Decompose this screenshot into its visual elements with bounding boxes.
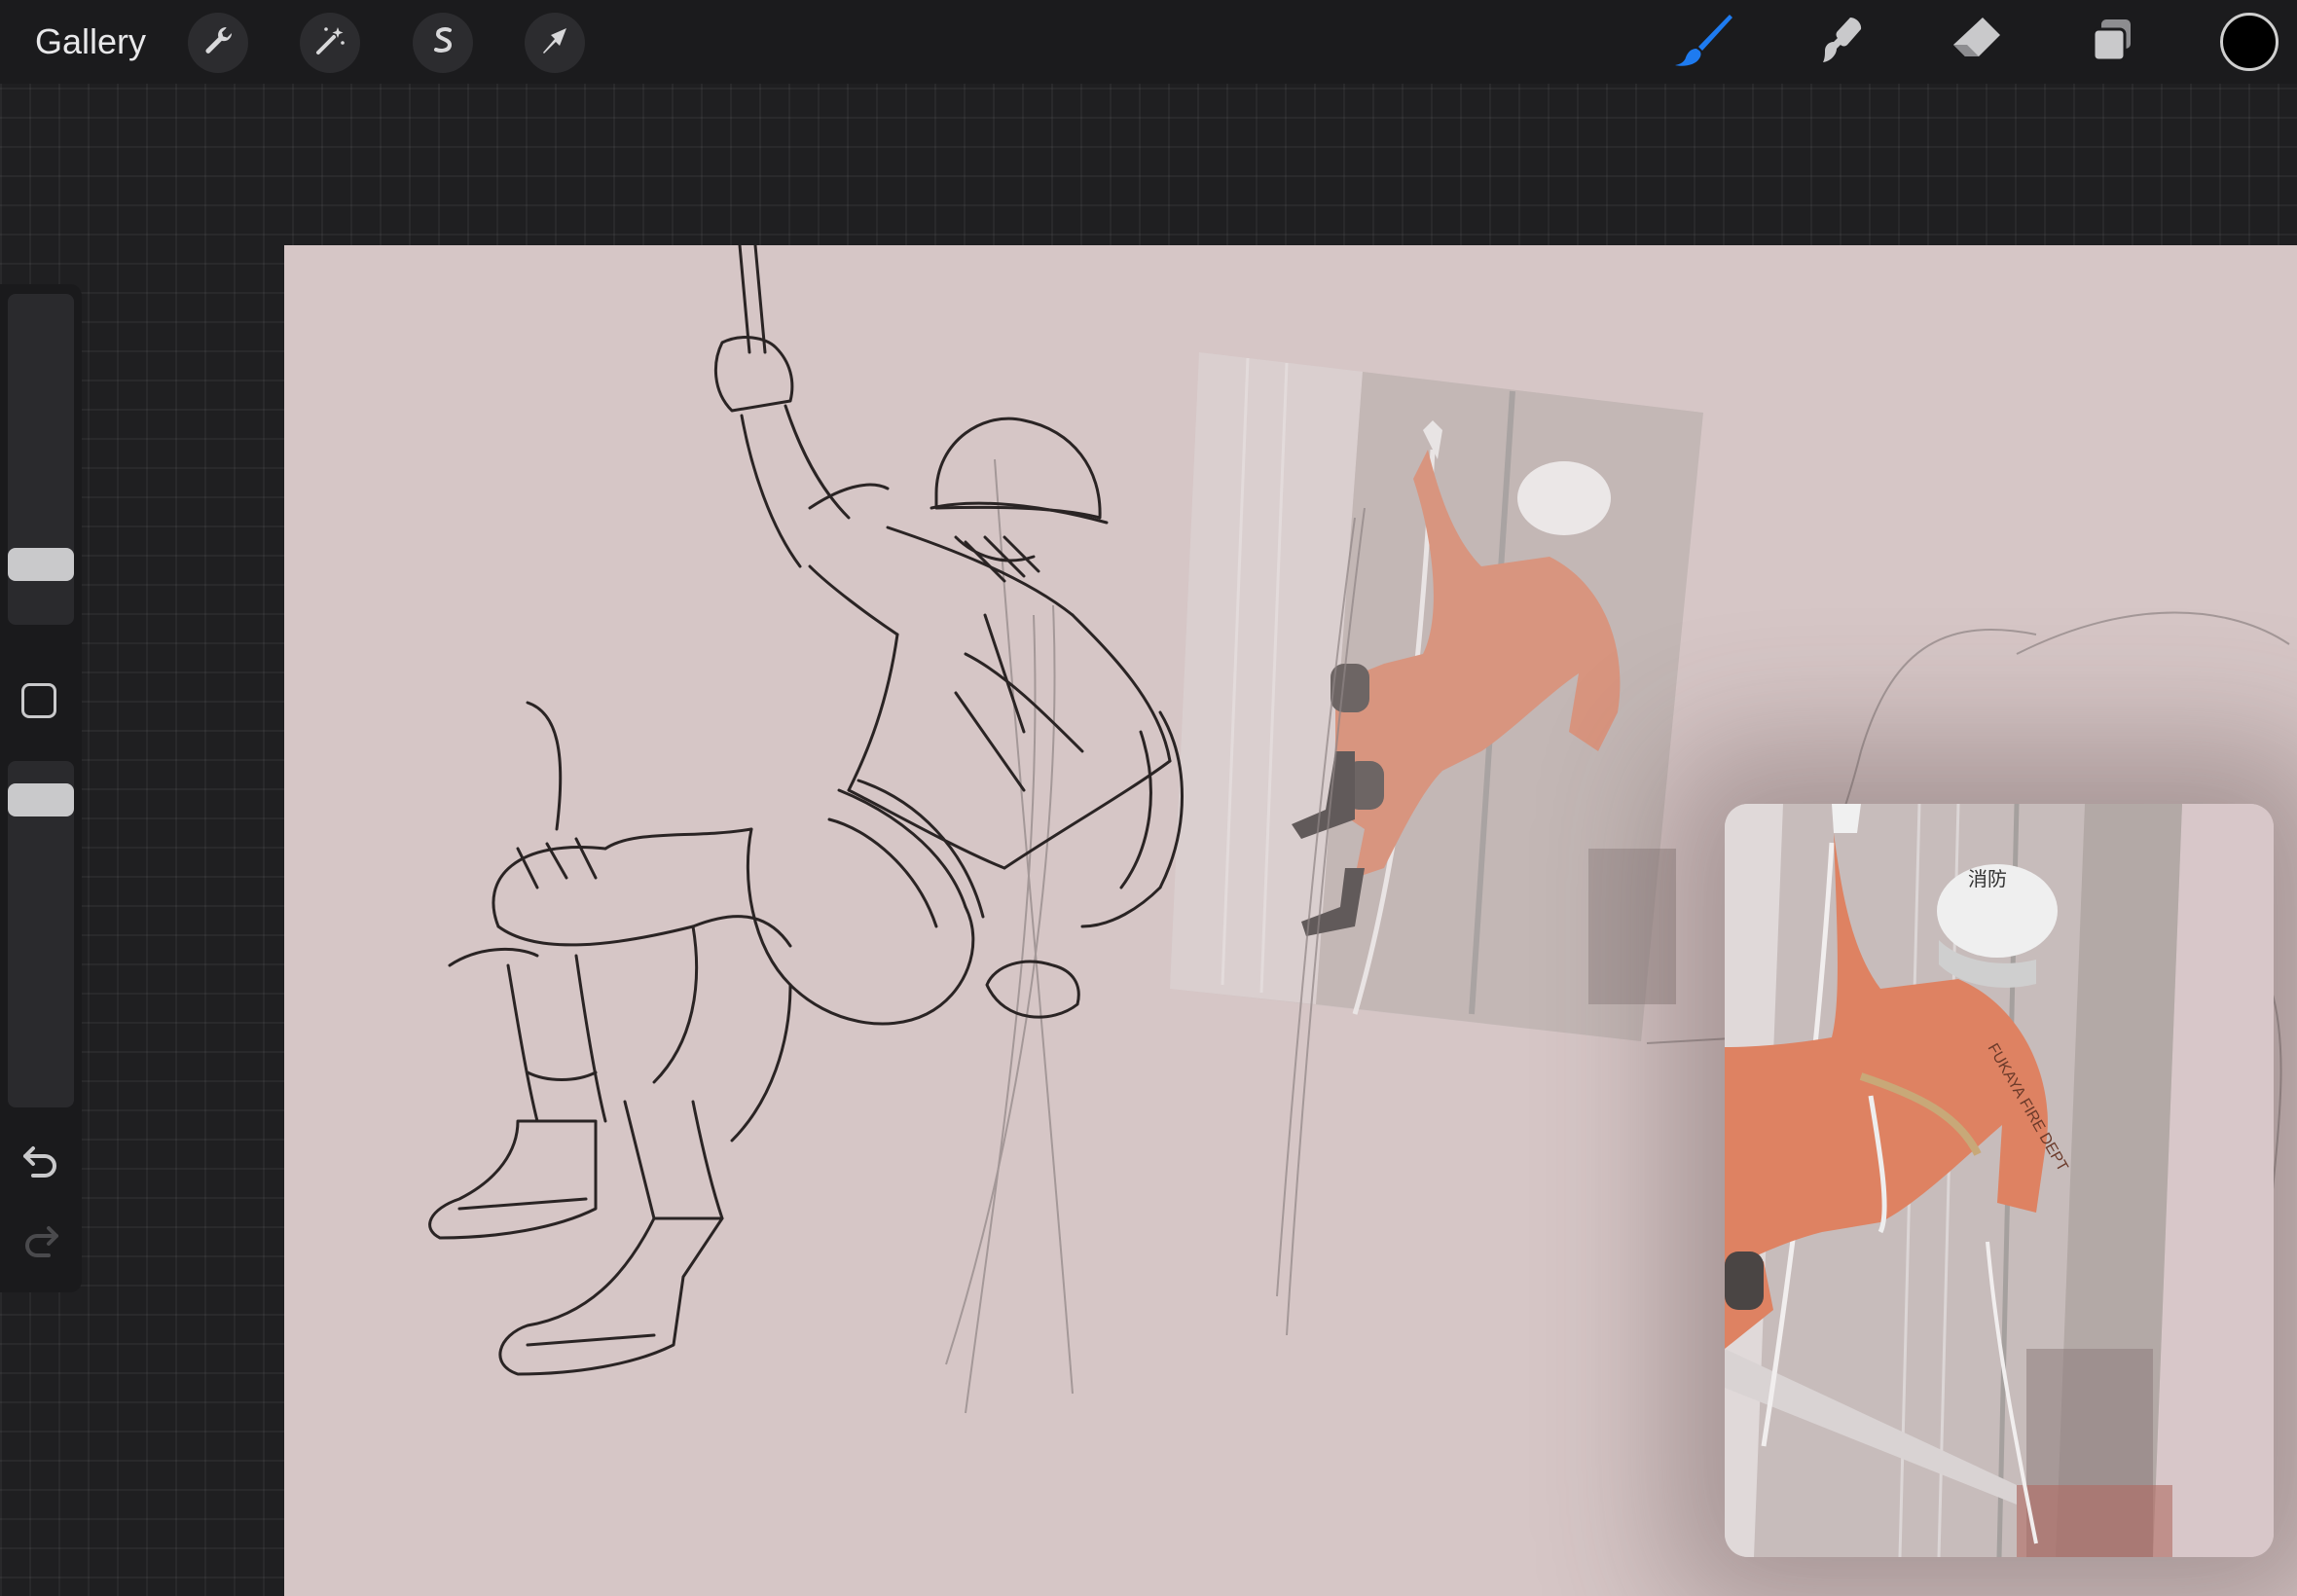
- redo-icon[interactable]: [19, 1220, 62, 1259]
- canvas-reference-photo: [1170, 352, 1703, 1041]
- layers-button[interactable]: [2081, 13, 2145, 73]
- helmet-text: 消防: [1968, 868, 2007, 890]
- opacity-thumb[interactable]: [8, 783, 74, 816]
- transform-button[interactable]: [525, 13, 585, 73]
- wrench-icon: [201, 23, 236, 63]
- smudge-icon: [1811, 12, 1870, 75]
- gallery-button[interactable]: Gallery: [35, 18, 146, 66]
- firefighter-sketch: [428, 245, 1184, 1376]
- reference-window[interactable]: 消防 FUKAYA FIRE DEPT: [1725, 804, 2274, 1557]
- selection-s-icon: [425, 23, 460, 63]
- eraser-button[interactable]: [1945, 13, 2009, 73]
- brush-size-thumb[interactable]: [8, 548, 74, 581]
- adjustments-button[interactable]: [300, 13, 360, 73]
- magic-wand-icon: [312, 23, 347, 63]
- smudge-button[interactable]: [1808, 13, 1873, 73]
- layers-icon: [2086, 14, 2140, 73]
- modify-button[interactable]: [21, 683, 56, 718]
- eraser-icon: [1948, 12, 2006, 75]
- selection-button[interactable]: [413, 13, 473, 73]
- color-picker-button[interactable]: [2220, 13, 2279, 71]
- reference-photo: 消防 FUKAYA FIRE DEPT: [1725, 804, 2274, 1557]
- brush-icon: [1673, 12, 1735, 75]
- undo-icon[interactable]: [19, 1141, 62, 1179]
- transform-arrow-icon: [537, 23, 572, 63]
- top-toolbar: Gallery: [0, 0, 2297, 84]
- brush-button[interactable]: [1672, 13, 1736, 73]
- actions-button[interactable]: [188, 13, 248, 73]
- left-sidebar: [0, 284, 82, 1292]
